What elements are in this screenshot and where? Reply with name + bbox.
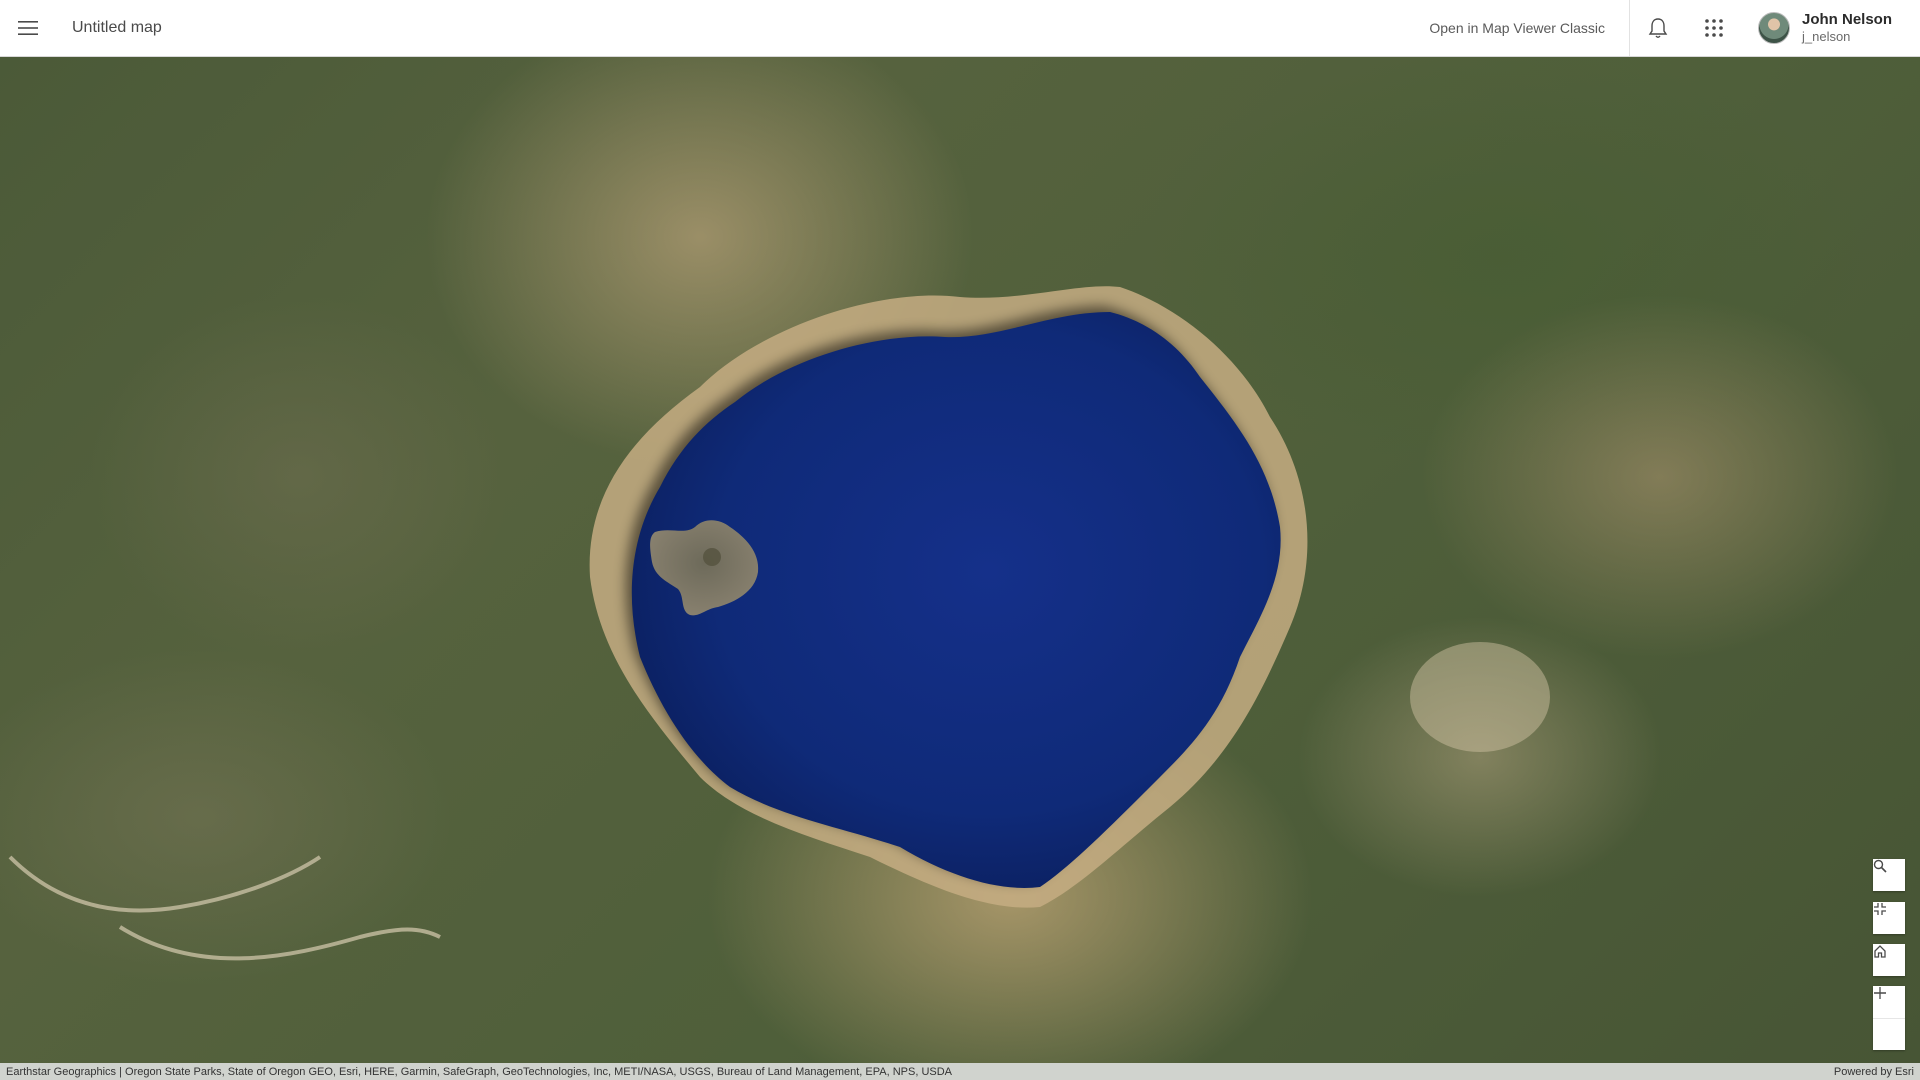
menu-icon — [18, 21, 38, 35]
app-launcher-button[interactable] — [1686, 0, 1742, 56]
user-handle: j_nelson — [1801, 29, 1851, 45]
river-trace — [8, 855, 441, 961]
satellite-imagery — [8, 286, 1550, 961]
powered-by-link[interactable]: Powered by Esri — [1834, 1066, 1914, 1078]
home-control — [1873, 944, 1905, 976]
fit-extent-button[interactable] — [1873, 902, 1905, 934]
notifications-button[interactable] — [1630, 0, 1686, 56]
map-title[interactable]: Untitled map — [72, 19, 162, 37]
fit-control — [1873, 902, 1905, 934]
map-view[interactable] — [0, 57, 1920, 1063]
search-icon — [1873, 859, 1887, 873]
zoom-control — [1873, 986, 1905, 1050]
avatar — [1757, 12, 1790, 44]
home-icon — [1874, 945, 1886, 958]
compress-icon — [1874, 903, 1886, 915]
app-launcher-icon — [1705, 19, 1723, 37]
search-control — [1873, 859, 1905, 891]
bell-icon — [1648, 18, 1668, 38]
home-button[interactable] — [1873, 944, 1905, 976]
map-attribution: Earthstar Geographics | Oregon State Par… — [0, 1063, 1920, 1080]
attribution-text[interactable]: Earthstar Geographics | Oregon State Par… — [6, 1066, 1822, 1078]
menu-button[interactable] — [0, 0, 56, 56]
user-info: John Nelson j_nelson — [1802, 11, 1892, 45]
zoom-out-button[interactable] — [1873, 992, 1905, 1050]
user-name: John Nelson — [1801, 11, 1892, 29]
minus-icon — [1874, 992, 1886, 994]
app-header: Untitled map Open in Map Viewer Classic … — [0, 0, 1920, 57]
open-classic-link[interactable]: Open in Map Viewer Classic — [1405, 0, 1630, 56]
mount-scott — [1410, 642, 1550, 752]
wizard-island-crater — [703, 548, 721, 566]
map-search-button[interactable] — [1873, 859, 1905, 891]
user-menu[interactable]: John Nelson j_nelson — [1742, 0, 1920, 56]
